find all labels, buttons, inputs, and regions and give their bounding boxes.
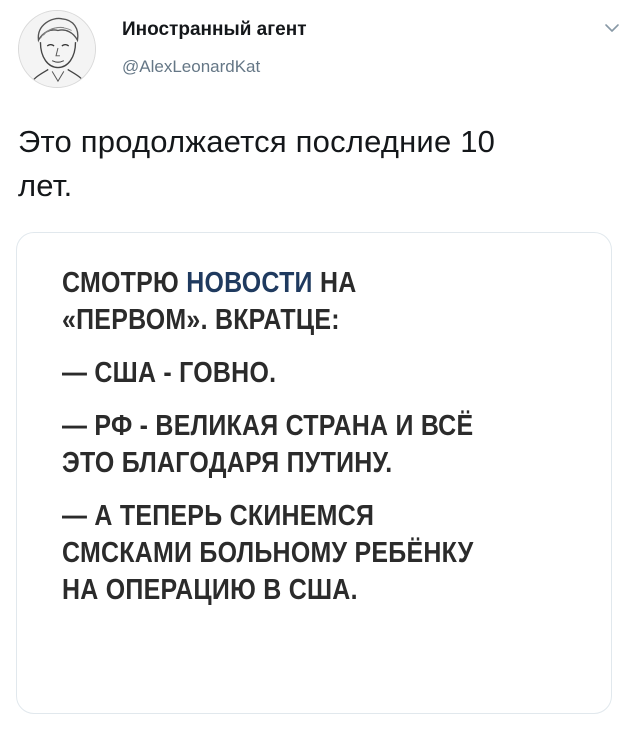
author-block: Иностранный агент @AlexLeonardKat (122, 18, 307, 78)
media-card[interactable]: СМОТРЮ НОВОСТИ НА «ПЕРВОМ». ВКРАТЦЕ: — С… (16, 232, 612, 714)
meme-text-part: СМОТРЮ (62, 267, 187, 299)
tweet-text: Это продолжается последние 10 лет. (18, 120, 618, 208)
avatar-sketch-icon (19, 11, 95, 87)
meme-line: ЭТО БЛАГОДАРЯ ПУТИНУ. (62, 447, 393, 479)
meme-line: СМОТРЮ НОВОСТИ НА (62, 265, 526, 302)
meme-line: СМСКАМИ БОЛЬНОМУ РЕБЁНКУ (62, 537, 474, 569)
meme-line: — А ТЕПЕРЬ СКИНЕМСЯ (62, 500, 375, 532)
meme-gap (62, 392, 602, 408)
meme-gap (62, 482, 602, 498)
meme-highlight-word: НОВОСТИ (186, 267, 313, 299)
tweet-text-line: Это продолжается последние 10 (18, 124, 496, 159)
meme-line: НА ОПЕРАЦИЮ В США. (62, 574, 358, 606)
tweet-header: Иностранный агент @AlexLeonardKat (18, 10, 622, 90)
tweet: Иностранный агент @AlexLeonardKat Это пр… (0, 0, 640, 732)
user-handle[interactable]: @AlexLeonardKat (122, 56, 307, 78)
meme-line: — РФ - ВЕЛИКАЯ СТРАНА И ВСЁ (62, 410, 474, 442)
avatar[interactable] (18, 10, 96, 88)
meme-text: СМОТРЮ НОВОСТИ НА «ПЕРВОМ». ВКРАТЦЕ: — С… (62, 265, 602, 609)
meme-gap (62, 339, 602, 355)
meme-text-part: НА (312, 267, 357, 299)
chevron-down-icon[interactable] (602, 18, 622, 38)
tweet-text-line: лет. (18, 168, 73, 203)
meme-line: — США - ГОВНО. (62, 357, 277, 389)
meme-line: «ПЕРВОМ». ВКРАТЦЕ: (62, 304, 340, 336)
display-name[interactable]: Иностранный агент (122, 18, 307, 42)
